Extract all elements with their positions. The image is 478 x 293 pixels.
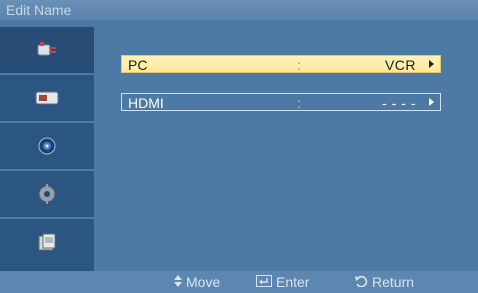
row-separator: : (297, 57, 301, 73)
chevron-right-icon (429, 60, 434, 68)
list-item-hdmi[interactable]: HDMI : - - - - (121, 93, 441, 111)
hint-enter: Enter (256, 271, 309, 293)
multi-control-icon (36, 232, 58, 254)
chevron-right-icon (429, 98, 434, 106)
sidebar-item-setup[interactable] (0, 171, 94, 219)
enter-icon (256, 271, 272, 293)
hint-move: Move (174, 271, 220, 293)
hint-return-label: Return (372, 274, 415, 290)
row-label: HDMI (128, 95, 164, 111)
sound-icon (37, 136, 57, 156)
input-plug-icon (34, 39, 60, 61)
row-value: - - - - (382, 95, 416, 111)
list-item-pc[interactable]: PC : VCR (121, 55, 441, 73)
row-label: PC (128, 57, 148, 73)
content-area: PC : VCR HDMI : - - - - (94, 27, 478, 271)
move-arrows-icon (174, 271, 182, 293)
row-value: VCR (384, 57, 416, 73)
sidebar-item-sound[interactable] (0, 123, 94, 171)
picture-icon (35, 90, 59, 106)
sidebar (0, 27, 94, 271)
return-icon (354, 271, 368, 293)
sidebar-item-multi-control[interactable] (0, 219, 94, 267)
row-separator: : (297, 95, 301, 111)
hint-move-label: Move (186, 274, 221, 290)
sidebar-item-picture[interactable] (0, 75, 94, 123)
setup-gear-icon (36, 183, 58, 205)
hint-return: Return (354, 271, 414, 293)
hint-enter-label: Enter (276, 274, 310, 290)
osd-menu: Edit Name PC: VCR HDMI: - - - - Move E… (0, 0, 478, 293)
sidebar-item-input[interactable] (0, 27, 94, 75)
footer-hints: Move Enter Return (0, 271, 478, 293)
menu-title: Edit Name (0, 0, 478, 20)
